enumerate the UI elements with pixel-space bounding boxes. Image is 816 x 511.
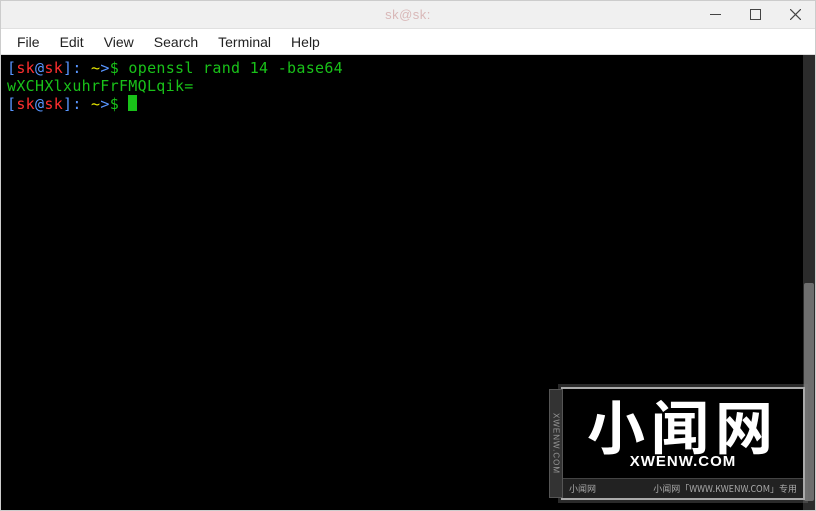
watermark-footer: 小闻网 小闻网「WWW.KWENW.COM」专用 [563, 478, 803, 498]
prompt-arrow: > [100, 95, 109, 113]
output-line: wXCHXlxuhrFrFMQLqik= [7, 77, 194, 95]
maximize-icon [750, 9, 761, 20]
menu-file[interactable]: File [7, 31, 50, 53]
prompt-host: sk [44, 95, 63, 113]
watermark-footer-right: 小闻网「WWW.KWENW.COM」专用 [653, 482, 797, 495]
watermark-side: XWENW.COM [549, 389, 563, 498]
terminal-area: [sk@sk]: ~>$ openssl rand 14 -base64 wXC… [1, 55, 815, 510]
cursor-icon [128, 95, 137, 111]
minimize-button[interactable] [695, 1, 735, 28]
terminal-window: sk@sk: File Edit View Search Terminal He… [0, 0, 816, 511]
prompt-colon: : [72, 59, 91, 77]
titlebar: sk@sk: [1, 1, 815, 29]
scrollbar-thumb[interactable] [804, 283, 814, 501]
menu-terminal[interactable]: Terminal [208, 31, 281, 53]
menu-edit[interactable]: Edit [50, 31, 94, 53]
prompt-line: [sk@sk]: ~>$ openssl rand 14 -base64 [7, 59, 343, 77]
maximize-button[interactable] [735, 1, 775, 28]
close-icon [790, 9, 801, 20]
prompt-colon: : [72, 95, 91, 113]
watermark-side-text: XWENW.COM [552, 413, 561, 474]
prompt-path: ~ [91, 95, 100, 113]
watermark-title: 小闻网 [567, 395, 799, 453]
prompt-dollar: $ [110, 95, 129, 113]
prompt-path: ~ [91, 59, 100, 77]
prompt-close: ] [63, 95, 72, 113]
prompt-at: @ [35, 95, 44, 113]
menu-search[interactable]: Search [144, 31, 208, 53]
prompt-at: @ [35, 59, 44, 77]
prompt-open: [ [7, 59, 16, 77]
prompt-user: sk [16, 59, 35, 77]
watermark: XWENW.COM 小闻网 XWENW.COM 小闻网 小闻网「WWW.KWEN… [561, 387, 805, 500]
watermark-footer-left: 小闻网 [569, 482, 596, 495]
close-button[interactable] [775, 1, 815, 28]
minimize-icon [710, 9, 721, 20]
prompt-arrow: > [100, 59, 109, 77]
prompt-dollar: $ [110, 59, 129, 77]
prompt-user: sk [16, 95, 35, 113]
command-text: openssl rand 14 -base64 [128, 59, 343, 77]
menubar: File Edit View Search Terminal Help [1, 29, 815, 55]
watermark-top: 小闻网 XWENW.COM [563, 389, 803, 478]
window-title: sk@sk: [385, 7, 431, 22]
window-controls [695, 1, 815, 28]
prompt-line: [sk@sk]: ~>$ [7, 95, 137, 113]
prompt-open: [ [7, 95, 16, 113]
prompt-close: ] [63, 59, 72, 77]
menu-view[interactable]: View [94, 31, 144, 53]
prompt-host: sk [44, 59, 63, 77]
menu-help[interactable]: Help [281, 31, 330, 53]
